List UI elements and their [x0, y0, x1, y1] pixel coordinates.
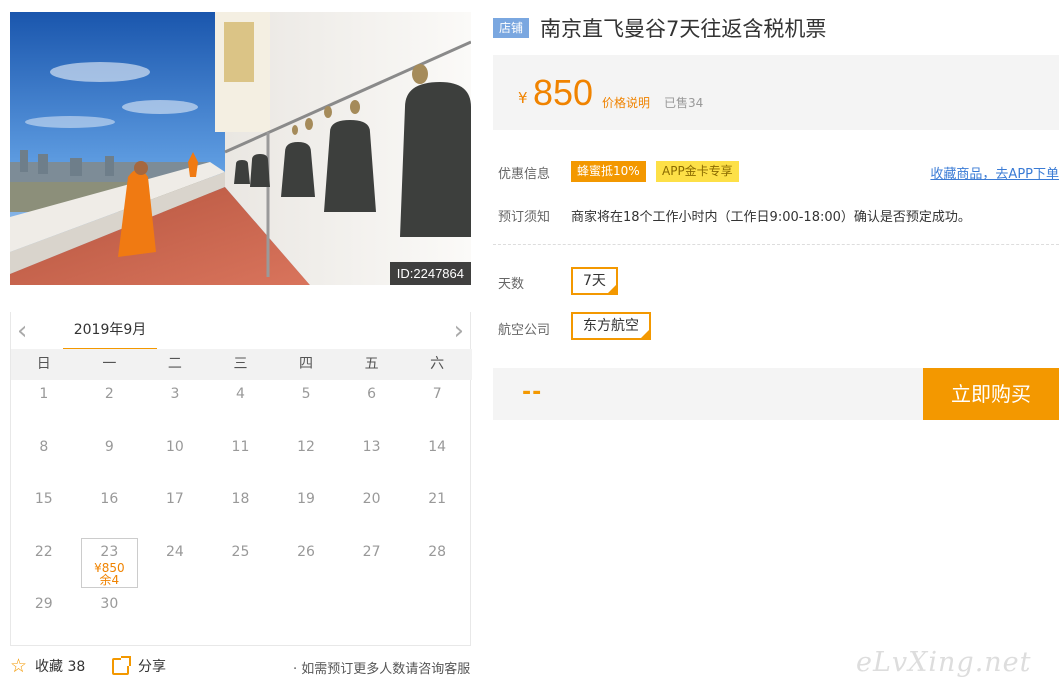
total-price-placeholder: --: [522, 380, 543, 405]
honey-discount-badge: 蜂蜜抵10%: [571, 161, 646, 182]
calendar-day: 25: [231, 543, 250, 560]
calendar-weekday-header: 日 一 二 三 四 五 六: [11, 349, 472, 380]
calendar-day: 11: [231, 438, 250, 455]
calendar-day: 10: [165, 438, 184, 455]
currency-symbol: ¥: [518, 89, 528, 107]
weekday-label: 二: [167, 356, 182, 372]
calendar-day: 6: [367, 386, 377, 402]
calendar-day-number: 23: [100, 543, 119, 560]
weekday-label: 三: [233, 356, 248, 372]
calendar-month-tab[interactable]: 2019年9月: [63, 312, 157, 351]
star-icon: ☆: [10, 654, 28, 677]
calendar-day-remaining: 余4: [99, 572, 120, 587]
next-month-chevron-icon[interactable]: ›: [454, 318, 464, 344]
calendar-week-row: 1 2 3 4 5 6 7: [11, 380, 472, 433]
calendar-day: 1: [39, 386, 49, 402]
collect-label: 收藏 38: [35, 659, 86, 675]
calendar-day: 17: [165, 491, 184, 507]
consult-note: · 如需预订更多人数请咨询客服: [293, 662, 471, 677]
calendar-day: 8: [39, 438, 49, 455]
calendar-day: 5: [301, 386, 311, 402]
calendar-day: 18: [231, 491, 250, 507]
calendar-day: 12: [297, 438, 315, 455]
price-explain-link[interactable]: 价格说明: [602, 94, 650, 111]
prev-month-chevron-icon[interactable]: ‹: [17, 318, 27, 344]
section-divider: [493, 244, 1059, 245]
calendar-day: 28: [428, 543, 447, 560]
calendar-day: 30: [100, 596, 119, 612]
calendar-day: [404, 590, 470, 643]
booking-notice: 商家将在18个工作小时内（工作日9:00-18:00）确认是否预定成功。: [571, 210, 971, 225]
temple-bells-image: [10, 12, 471, 285]
calendar-day: 14: [428, 438, 447, 455]
calendar-day: 21: [428, 491, 447, 507]
app-order-link[interactable]: 收藏商品，去APP下单: [930, 163, 1059, 182]
photo-id-label: ID:2247864: [389, 262, 471, 285]
calendar-day: 29: [34, 596, 53, 612]
buy-now-button[interactable]: 立即购买: [923, 368, 1059, 420]
days-option-7[interactable]: 7天: [571, 267, 618, 295]
calendar-grid: 1 2 3 4 5 6 7 8 9 10 11 12 13 14 15 16 1…: [11, 380, 472, 643]
calendar-day: 27: [362, 543, 381, 560]
days-label: 天数: [498, 277, 525, 292]
share-label: 分享: [138, 659, 166, 675]
calendar-day: [339, 590, 405, 643]
product-title-row: 店铺 南京直飞曼谷7天往返含税机票: [493, 13, 826, 43]
airline-option-eastern[interactable]: 东方航空: [571, 312, 651, 340]
calendar-day: [273, 590, 339, 643]
calendar-day: [208, 590, 274, 643]
calendar-day: 4: [236, 386, 245, 402]
airline-label: 航空公司: [498, 323, 551, 338]
calendar-day-price: ¥850: [94, 560, 125, 575]
calendar-day: 16: [100, 491, 119, 507]
calendar-nav: ‹ 2019年9月 ›: [11, 312, 472, 351]
sold-count: 已售34: [664, 96, 704, 110]
weekday-label: 五: [364, 356, 379, 372]
weekday-label: 六: [430, 356, 445, 372]
date-calendar: ‹ 2019年9月 › 日 一 二 三 四 五 六 1 2 3 4 5 6 7 …: [10, 312, 472, 646]
calendar-week-row: 15 16 17 18 19 20 21: [11, 485, 472, 538]
weekday-label: 四: [299, 356, 314, 372]
calendar-day-available[interactable]: 23 ¥850 余4: [80, 537, 139, 588]
calendar-week-row: 22 23 ¥850 余4 24 25 26 27 28: [11, 537, 472, 591]
weekday-label: 日: [36, 356, 51, 372]
collect-button[interactable]: ☆ 收藏 38: [10, 656, 85, 676]
calendar-week-row: 29 30: [11, 590, 472, 643]
calendar-day: 19: [297, 491, 315, 507]
share-icon: [112, 655, 131, 675]
weekday-label: 一: [102, 356, 117, 372]
app-gold-card-badge: APP金卡专享: [656, 161, 739, 182]
calendar-day: 13: [362, 438, 381, 455]
calendar-day: 2: [104, 386, 114, 402]
price-box: ¥ 850 价格说明 已售34: [493, 55, 1059, 130]
calendar-week-row: 8 9 10 11 12 13 14: [11, 433, 472, 486]
site-watermark: eLvXing.net: [856, 647, 1032, 678]
calendar-day: 7: [432, 386, 442, 402]
promo-label: 优惠信息: [498, 167, 551, 182]
calendar-day: 15: [34, 491, 53, 507]
calendar-day: [142, 590, 208, 643]
calendar-day: 9: [104, 438, 114, 455]
share-button[interactable]: 分享: [112, 655, 166, 676]
product-title: 南京直飞曼谷7天往返含税机票: [540, 17, 827, 41]
calendar-day: 22: [34, 543, 53, 560]
total-price-bar: --: [493, 368, 923, 420]
calendar-day: 26: [297, 543, 315, 560]
calendar-day: 3: [170, 386, 180, 402]
product-photo: ID:2247864: [10, 12, 471, 285]
calendar-day: 20: [362, 491, 381, 507]
notice-label: 预订须知: [498, 210, 551, 225]
calendar-day: 24: [165, 543, 184, 560]
shop-tag-badge: 店铺: [493, 18, 530, 38]
product-price: 850: [533, 72, 594, 113]
